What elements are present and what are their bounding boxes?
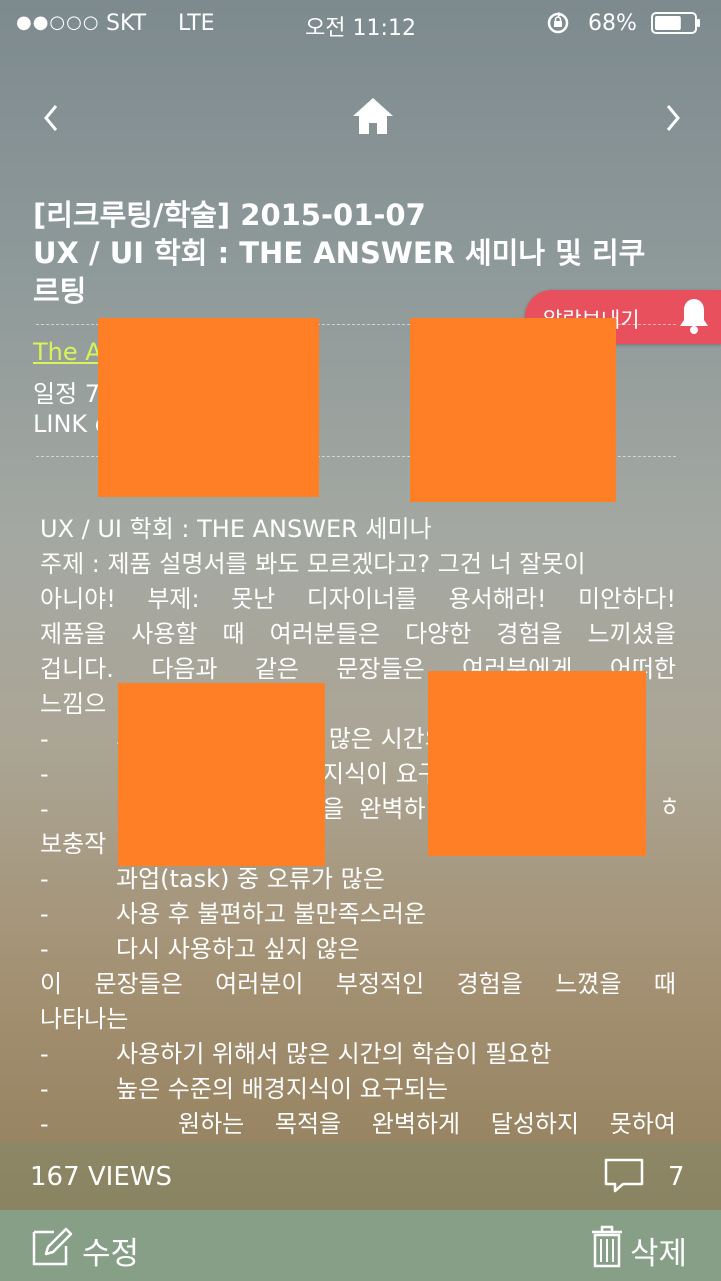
word: 부제: (147, 585, 200, 613)
battery-icon (651, 12, 700, 34)
bullet-line: - 사용하기 위해서 많은 시간의 학습이 필요한 (40, 1037, 676, 1072)
word: 문장들은 (336, 655, 425, 683)
edit-button[interactable]: 수정 (30, 1224, 160, 1272)
bullet-dash: - (40, 1040, 49, 1068)
redaction-block (410, 318, 616, 502)
bullet-line: - 원하는 목적을 완벽하게 달성하지 못하여 (40, 1107, 676, 1142)
word: 사용할 (131, 620, 198, 648)
word: 미안하다! (578, 585, 676, 613)
word: 용서해라! (448, 585, 547, 613)
home-icon[interactable] (350, 96, 396, 136)
word: 못난 (231, 585, 276, 613)
edit-icon (32, 1227, 73, 1266)
body-line: 이 문장들은 여러분이 부정적인 경험을 느꼈을 때 (40, 967, 676, 1002)
bullet-line: - 다시 사용하고 싶지 않은 (40, 932, 676, 967)
word: 때 (222, 620, 245, 648)
bottom-action-bar: 수정 삭제 (0, 1210, 721, 1281)
word: 원하는 (178, 1110, 245, 1138)
bullet-text: 사용하기 위해서 많은 시간의 학습이 필요한 (116, 1040, 552, 1068)
redaction-block (428, 671, 646, 856)
bullet-text: 사용 후 불편하고 불만족스러운 (116, 900, 426, 928)
edit-label: 수정 (82, 1236, 140, 1272)
body-line: 아니야! 부제: 못난 디자이너를 용서해라! 미안하다! (40, 582, 676, 617)
word: 못하여 (609, 1110, 676, 1138)
bullet-line: - 높은 수준의 배경지식이 요구되는 (40, 1072, 676, 1107)
trash-icon (592, 1225, 622, 1268)
post-title-line: [리크루팅/학술] 2015-01-07 (33, 198, 426, 232)
body-line: 주제 : 제품 설명서를 봐도 모르겠다고? 그건 너 잘못이 (40, 550, 586, 578)
body-line: 나타나는 (40, 1005, 129, 1033)
word: 같은 (254, 655, 299, 683)
bullet-text: 높은 수준의 배경지식이 요구되는 (116, 1075, 449, 1103)
battery-percent: 68% (588, 11, 637, 36)
word: 다음과 (151, 655, 218, 683)
word: 제품을 (40, 620, 107, 648)
word: 때 (653, 970, 676, 998)
delete-button[interactable]: 삭제 (590, 1224, 700, 1272)
word: 달성하지 (490, 1110, 580, 1138)
bullet-dash: - (40, 865, 49, 893)
bullet-dash: - (40, 725, 49, 753)
word: 겁니다. (40, 655, 114, 683)
bullet-dash: - (40, 1075, 49, 1103)
status-bar: ●●○○○ SKT LTE 오전 11:12 68% (0, 0, 721, 48)
word: 디자이너를 (306, 585, 418, 613)
word: 경험을 (456, 970, 523, 998)
word: 여러분들은 (269, 620, 381, 648)
word: 경험을 (496, 620, 563, 648)
body-line: UX / UI 학회 : THE ANSWER 세미나 (40, 515, 432, 543)
chevron-right-icon[interactable] (660, 90, 688, 146)
rotation-lock-icon (545, 10, 571, 42)
redaction-block (98, 318, 319, 497)
word: 여러분이 (215, 970, 304, 998)
view-count: 167 VIEWS (30, 1162, 172, 1192)
top-navigation (0, 90, 721, 146)
word: 완벽하게 (371, 1110, 461, 1138)
chevron-left-icon[interactable] (40, 90, 68, 146)
bullet-line: - 과업(task) 중 오류가 많은 (40, 862, 676, 897)
bell-icon (680, 299, 708, 334)
word: 느끼셨을 (587, 620, 676, 648)
word: 느꼈을 (555, 970, 622, 998)
bullet-dash: - (40, 935, 49, 963)
bullet-dash: - (40, 1110, 49, 1138)
bullet-dash: - (40, 900, 49, 928)
bullet-dash: - (40, 760, 49, 788)
post-stats-bar: 167 VIEWS 7 (0, 1142, 721, 1210)
bullet-line: - 사용 후 불편하고 불만족스러운 (40, 897, 676, 932)
delete-label: 삭제 (630, 1236, 688, 1272)
body-line: 제품을 사용할 때 여러분들은 다양한 경험을 느끼셨을 (40, 617, 676, 652)
post-title-line: UX / UI 학회 : THE ANSWER 세미나 및 리쿠 (33, 236, 646, 270)
word: 문장들은 (94, 970, 183, 998)
comment-count[interactable]: 7 (668, 1162, 685, 1192)
word: 다양한 (405, 620, 472, 648)
bullet-text: 원하는 목적을 완벽하게 달성하지 못하여 (116, 1107, 676, 1142)
bullet-text: 다시 사용하고 싶지 않은 (116, 935, 360, 963)
word: 목적을 (274, 1110, 342, 1138)
comment-icon[interactable] (603, 1157, 645, 1195)
bullet-text: 과업(task) 중 오류가 많은 (116, 865, 385, 893)
redaction-block (118, 683, 325, 866)
word: 부정적인 (335, 970, 425, 998)
word: 이 (40, 970, 63, 998)
bullet-dash: - (40, 795, 49, 823)
word: 아니야! (40, 585, 116, 613)
